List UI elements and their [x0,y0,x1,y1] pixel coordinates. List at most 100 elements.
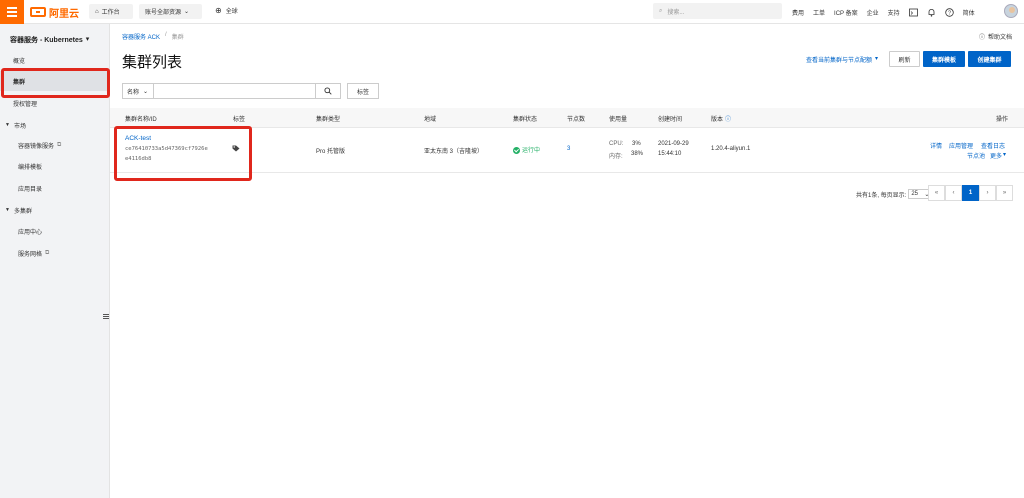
link-fees[interactable]: 费用 [792,8,804,17]
first-page-button[interactable]: « [928,185,945,201]
sidebar-group-multicluster[interactable]: ▼ 多集群 [0,200,110,220]
last-page-button[interactable]: » [996,185,1013,201]
collapse-sidebar-icon[interactable] [103,314,109,320]
table-header: 集群名称/ID 标签 集群类型 地域 集群状态 节点数 使用量 创建时间 版本 … [110,108,1024,128]
sidebar-item-label: 概览 [13,58,26,65]
caret-down-icon: ▼ [5,207,10,213]
create-cluster-button[interactable]: 创建集群 [968,51,1011,67]
quota-link-label: 查看当前集群与节点配额 [806,58,873,64]
filter-field-label: 名称 [127,89,140,96]
link-support[interactable]: 支持 [888,8,900,17]
sidebar-item-service-mesh[interactable]: 服务网格 ⧉ [0,243,110,263]
action-view-logs-link[interactable]: 查看日志 [981,141,1005,150]
sidebar-item-app-catalog[interactable]: 应用目录 [0,178,110,198]
top-links: 费用 工单 ICP 备案 企业 支持 ? 简体 [792,0,975,24]
sidebar-item-label: 授权管理 [13,101,38,108]
tag-filter-button[interactable]: 标签 [347,83,379,99]
memory-usage-value: 38% [631,151,644,157]
cluster-region: 亚太东南 3（吉隆坡） [424,149,484,155]
filter-search-button[interactable] [316,83,341,99]
help-docs-label: 帮助文档 [987,35,1012,41]
cluster-type: Pro 托管版 [316,149,346,155]
caret-down-icon: ▾ [1003,152,1007,158]
global-search-input[interactable]: ⌕ 搜索... [653,3,782,19]
sidebar-item-app-center[interactable]: 应用中心 [0,221,110,241]
help-circle-icon[interactable]: ⓘ [725,114,731,123]
column-header-type: 集群类型 [316,117,341,123]
link-icp[interactable]: ICP 备案 [834,8,858,17]
link-tickets[interactable]: 工单 [813,8,825,17]
sidebar-group-label: 多集群 [13,208,32,215]
cluster-template-label: 集群模板 [931,57,956,64]
column-header-name: 集群名称/ID [125,117,157,123]
help-circle-icon: ⓘ [978,35,985,41]
hamburger-menu-button[interactable] [0,0,24,24]
sidebar-item-templates[interactable]: 编排模板 [0,156,110,176]
next-page-button[interactable]: › [979,185,996,201]
node-count-link[interactable]: 3 [567,146,570,152]
caret-down-icon: ▾ [875,56,879,62]
version-header-label: 版本 [711,117,724,123]
column-header-version: 版本 ⓘ [711,114,731,123]
logo-text: 阿里云 [49,8,79,20]
breadcrumb-separator: / [165,32,167,38]
language-selector[interactable]: 简体 [963,8,975,17]
quota-dropdown-link[interactable]: 查看当前集群与节点配额 ▾ [806,55,878,64]
filter-search-input[interactable] [153,83,316,99]
refresh-button[interactable]: 刷新 [889,51,920,67]
filter-field-select[interactable]: 名称 ⌄ [122,83,153,99]
prev-page-button[interactable]: ‹ [945,185,962,201]
column-header-nodes: 节点数 [567,117,586,123]
sidebar-item-label: 容器镜像服务 [18,143,55,150]
sidebar-item-label: 应用中心 [18,229,43,236]
chevron-down-icon: ⌄ [184,9,190,15]
sidebar-group-label: 市场 [13,123,26,130]
highlight-box-cluster [114,126,252,181]
column-header-created: 创建时间 [658,117,683,123]
caret-down-icon: ▾ [85,36,90,43]
cpu-usage-label: CPU: [609,141,624,147]
cluster-version: 1.20.4-aliyun.1 [711,146,751,152]
memory-usage-label: 内存: [609,154,623,160]
action-node-pools-link[interactable]: 节点池 [967,151,985,160]
action-details-link[interactable]: 详情 [930,141,942,150]
link-enterprise[interactable]: 企业 [867,8,879,17]
search-placeholder: 搜索... [667,9,685,16]
svg-text:?: ? [948,10,951,16]
created-date: 2021-09-29 [658,141,689,147]
search-icon [324,87,332,95]
chevron-down-icon: ⌄ [143,88,149,95]
region-selector[interactable]: ⊕ 全球 [215,6,238,15]
top-navigation-bar: 阿里云 ⌂ 工作台 账号全部资源 ⌄ ⊕ 全球 ⌕ 搜索... 费用 工单 IC… [0,0,1024,24]
user-avatar[interactable] [1004,4,1018,18]
sidebar-item-overview[interactable]: 概览 [0,50,110,70]
breadcrumb-current: 集群 [171,35,184,41]
more-label: 更多 [990,154,1003,160]
action-app-management-link[interactable]: 应用管理 [949,141,973,150]
terminal-icon[interactable] [908,8,918,17]
page-1-button[interactable]: 1 [962,185,979,201]
bell-icon[interactable] [927,8,936,17]
aliyun-logo-icon [30,7,46,17]
account-scope-dropdown[interactable]: 账号全部资源 ⌄ [139,4,202,19]
workbench-label: 工作台 [101,10,120,16]
caret-down-icon: ▼ [5,122,10,128]
breadcrumb-link-ack[interactable]: 容器服务 ACK [122,32,160,41]
column-header-actions: 操作 [996,117,1009,123]
aliyun-logo[interactable]: 阿里云 [30,5,79,20]
action-more-dropdown[interactable]: 更多 ▾ [990,151,1006,160]
sidebar-group-market[interactable]: ▼ 市场 [0,115,110,135]
column-header-status: 集群状态 [513,117,538,123]
help-docs-link[interactable]: ⓘ 帮助文档 [979,32,1012,41]
sidebar-title[interactable]: 容器服务 - Kubernetes ▾ [10,35,89,45]
external-link-icon: ⧉ [57,141,62,148]
status-label: 运行中 [522,148,541,154]
workbench-button[interactable]: ⌂ 工作台 [89,4,133,19]
help-circle-icon[interactable]: ? [944,7,954,17]
cluster-template-button[interactable]: 集群模板 [923,51,965,67]
create-cluster-label: 创建集群 [977,57,1002,64]
column-header-region: 地域 [424,117,437,123]
search-icon: ⌕ [659,7,663,14]
sidebar-item-container-registry[interactable]: 容器镜像服务 ⧉ [0,135,110,155]
home-icon: ⌂ [95,8,99,15]
